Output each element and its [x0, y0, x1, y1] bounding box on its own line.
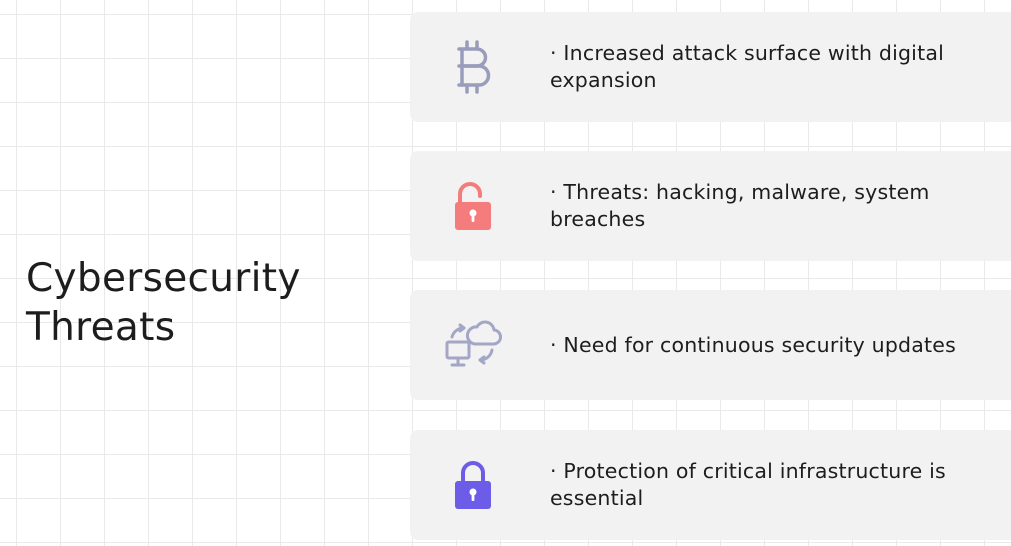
bitcoin-icon: [442, 36, 504, 98]
threat-text-attack-surface: · Increased attack surface with digital …: [550, 12, 991, 122]
unlocked-padlock-icon: [442, 175, 504, 237]
threat-text-label: · Need for continuous security updates: [550, 332, 956, 357]
threat-card-hacking: · Threats: hacking, malware, system brea…: [410, 151, 1011, 261]
threat-text-infrastructure: · Protection of critical infrastructure …: [550, 430, 991, 540]
threat-card-infrastructure: · Protection of critical infrastructure …: [410, 430, 1011, 540]
computer-cloud-sync-icon: [442, 314, 504, 376]
threat-text-label: · Protection of critical infrastructure …: [550, 459, 946, 510]
locked-padlock-icon: [442, 454, 504, 516]
threat-text-hacking: · Threats: hacking, malware, system brea…: [550, 151, 991, 261]
threat-text-label: · Threats: hacking, malware, system brea…: [550, 180, 930, 231]
threat-text-label: · Increased attack surface with digital …: [550, 41, 944, 92]
slide-title: Cybersecurity Threats: [26, 256, 301, 350]
threat-card-security-updates: · Need for continuous security updates: [410, 290, 1011, 400]
threat-card-attack-surface: · Increased attack surface with digital …: [410, 12, 1011, 122]
threat-text-security-updates: · Need for continuous security updates: [550, 290, 991, 400]
